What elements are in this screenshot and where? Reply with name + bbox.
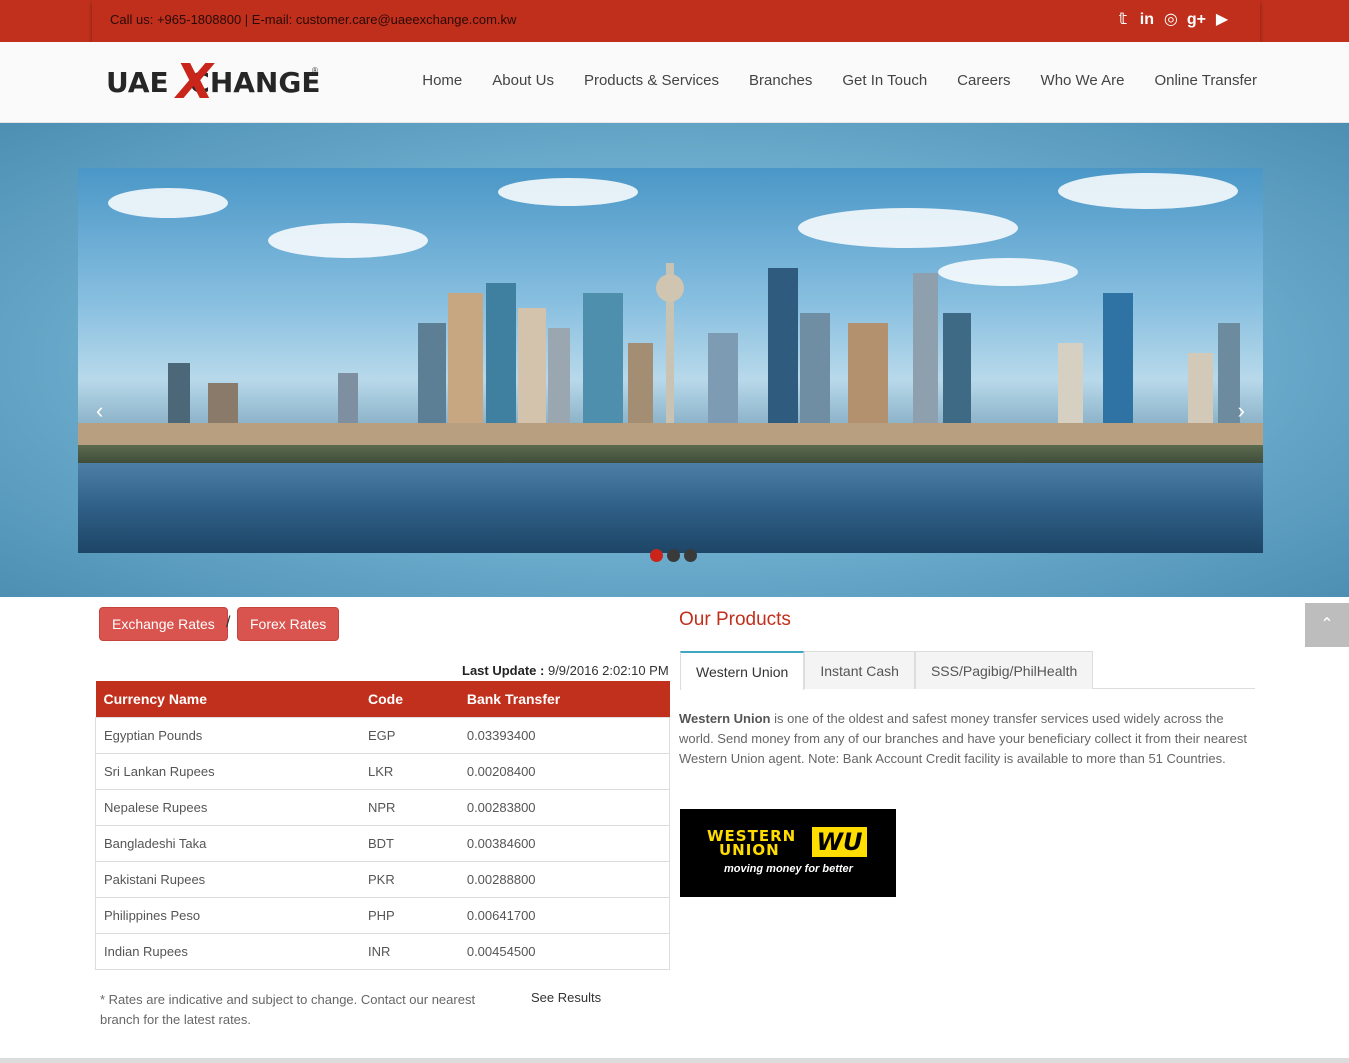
contact-info: Call us: +965-1808800 | E-mail: customer…	[110, 12, 517, 27]
slider-dot[interactable]	[650, 549, 663, 562]
logo-registered-mark: ®	[312, 66, 318, 75]
nav-careers[interactable]: Careers	[957, 72, 1010, 89]
nav-who-we-are[interactable]: Who We Are	[1041, 72, 1125, 89]
forex-rates-button[interactable]: Forex Rates	[237, 607, 340, 641]
table-row: Pakistani Rupees PKR 0.00288800	[95, 860, 670, 898]
western-union-logo: WESTERN UNION WU moving money for better	[680, 809, 896, 897]
nav-home[interactable]: Home	[422, 72, 462, 89]
header: UAEXCHANGE X ® Home About Us Products & …	[0, 42, 1349, 123]
table-row: Nepalese Rupees NPR 0.00283800	[95, 788, 670, 826]
currency-name: Philippines Peso	[95, 896, 360, 934]
currency-name: Nepalese Rupees	[95, 788, 360, 826]
column-header-code: Code	[360, 681, 459, 717]
currency-code: PKR	[360, 860, 459, 898]
instagram-icon[interactable]: ◎	[1163, 10, 1179, 30]
slider-dots	[650, 549, 697, 562]
currency-code: EGP	[360, 716, 459, 754]
slider-prev-arrow[interactable]: ‹	[96, 398, 103, 424]
hero-banner: ‹ ›	[0, 123, 1349, 597]
slide-image-kuwait-skyline: ‹ ›	[78, 168, 1263, 553]
nav-products-services[interactable]: Products & Services	[584, 72, 719, 89]
youtube-icon[interactable]: ▶	[1214, 10, 1230, 30]
nav-branches[interactable]: Branches	[749, 72, 812, 89]
table-header-row: Currency Name Code Bank Transfer	[95, 681, 670, 717]
tab-instant-cash[interactable]: Instant Cash	[804, 651, 915, 689]
google-plus-icon[interactable]: g+	[1187, 10, 1206, 30]
wu-logo-line2: UNION	[719, 841, 780, 859]
uae-exchange-logo[interactable]: UAEXCHANGE X ®	[106, 54, 321, 116]
tab-sss-pagibig-philhealth[interactable]: SSS/Pagibig/PhilHealth	[914, 651, 1094, 689]
column-header-currency: Currency Name	[95, 681, 360, 717]
currency-name: Sri Lankan Rupees	[95, 752, 360, 790]
table-row: Egyptian Pounds EGP 0.03393400	[95, 716, 670, 754]
column-header-bank-transfer: Bank Transfer	[458, 681, 670, 717]
bank-transfer-rate: 0.00283800	[458, 788, 670, 826]
top-bar: Call us: +965-1808800 | E-mail: customer…	[0, 0, 1349, 42]
nav-online-transfer[interactable]: Online Transfer	[1154, 72, 1257, 89]
rates-disclaimer: * Rates are indicative and subject to ch…	[100, 992, 476, 1027]
last-update-value: 9/9/2016 2:02:10 PM	[547, 663, 669, 678]
currency-name: Bangladeshi Taka	[95, 824, 360, 862]
shoreline	[78, 445, 1263, 465]
rates-tab-separator: /	[226, 614, 231, 631]
nav-get-in-touch[interactable]: Get In Touch	[842, 72, 927, 89]
currency-name: Pakistani Rupees	[95, 860, 360, 898]
currency-code: INR	[360, 932, 459, 970]
see-results-link[interactable]: See Results	[531, 990, 601, 1005]
logo-x-mark: X	[171, 54, 218, 110]
sea-water	[78, 463, 1263, 553]
table-row: Sri Lankan Rupees LKR 0.00208400	[95, 752, 670, 790]
last-update-label: Last Update :	[462, 663, 545, 678]
wu-logo-wordmark: WESTERN UNION	[707, 829, 796, 859]
bank-transfer-rate: 0.00641700	[458, 896, 670, 934]
top-bar-inner: Call us: +965-1808800 | E-mail: customer…	[92, 0, 1260, 42]
bank-transfer-rate: 0.00288800	[458, 860, 670, 898]
social-links: 𝕥 in ◎ g+ ▶	[1115, 10, 1230, 30]
last-update: Last Update : 9/9/2016 2:02:10 PM	[462, 663, 669, 678]
currency-code: PHP	[360, 896, 459, 934]
our-products-title: Our Products	[679, 609, 791, 630]
slider-dot[interactable]	[684, 549, 697, 562]
cloud	[798, 208, 1018, 248]
product-description: Western Union is one of the oldest and s…	[679, 709, 1254, 769]
scroll-to-top-button[interactable]: ⌃	[1305, 603, 1349, 647]
main-nav: Home About Us Products & Services Branch…	[422, 72, 1257, 89]
slider-dot[interactable]	[667, 549, 680, 562]
city-skyline	[78, 263, 1263, 453]
bank-transfer-rate: 0.03393400	[458, 716, 670, 754]
cloud	[1058, 173, 1238, 209]
footer-divider	[0, 1058, 1349, 1063]
linkedin-icon[interactable]: in	[1139, 10, 1155, 30]
table-row: Philippines Peso PHP 0.00641700	[95, 896, 670, 934]
products-tabs: Western Union Instant Cash SSS/Pagibig/P…	[680, 651, 1255, 690]
twitter-icon[interactable]: 𝕥	[1115, 10, 1131, 30]
nav-about-us[interactable]: About Us	[492, 72, 554, 89]
wu-logo-tagline: moving money for better	[724, 863, 853, 875]
exchange-rates-button[interactable]: Exchange Rates	[99, 607, 228, 641]
currency-code: NPR	[360, 788, 459, 826]
table-row: Bangladeshi Taka BDT 0.00384600	[95, 824, 670, 862]
cloud	[498, 178, 638, 206]
table-row: Indian Rupees INR 0.00454500	[95, 932, 670, 970]
bank-transfer-rate: 0.00384600	[458, 824, 670, 862]
product-name: Western Union	[679, 711, 771, 726]
bank-transfer-rate: 0.00208400	[458, 752, 670, 790]
currency-name: Indian Rupees	[95, 932, 360, 970]
slider-next-arrow[interactable]: ›	[1238, 398, 1245, 424]
cloud	[108, 188, 228, 218]
wu-logo-mark: WU	[812, 827, 867, 857]
bank-transfer-rate: 0.00454500	[458, 932, 670, 970]
currency-code: LKR	[360, 752, 459, 790]
currency-name: Egyptian Pounds	[95, 716, 360, 754]
exchange-rates-table: Currency Name Code Bank Transfer Egyptia…	[95, 681, 670, 970]
tab-western-union[interactable]: Western Union	[680, 651, 805, 690]
currency-code: BDT	[360, 824, 459, 862]
